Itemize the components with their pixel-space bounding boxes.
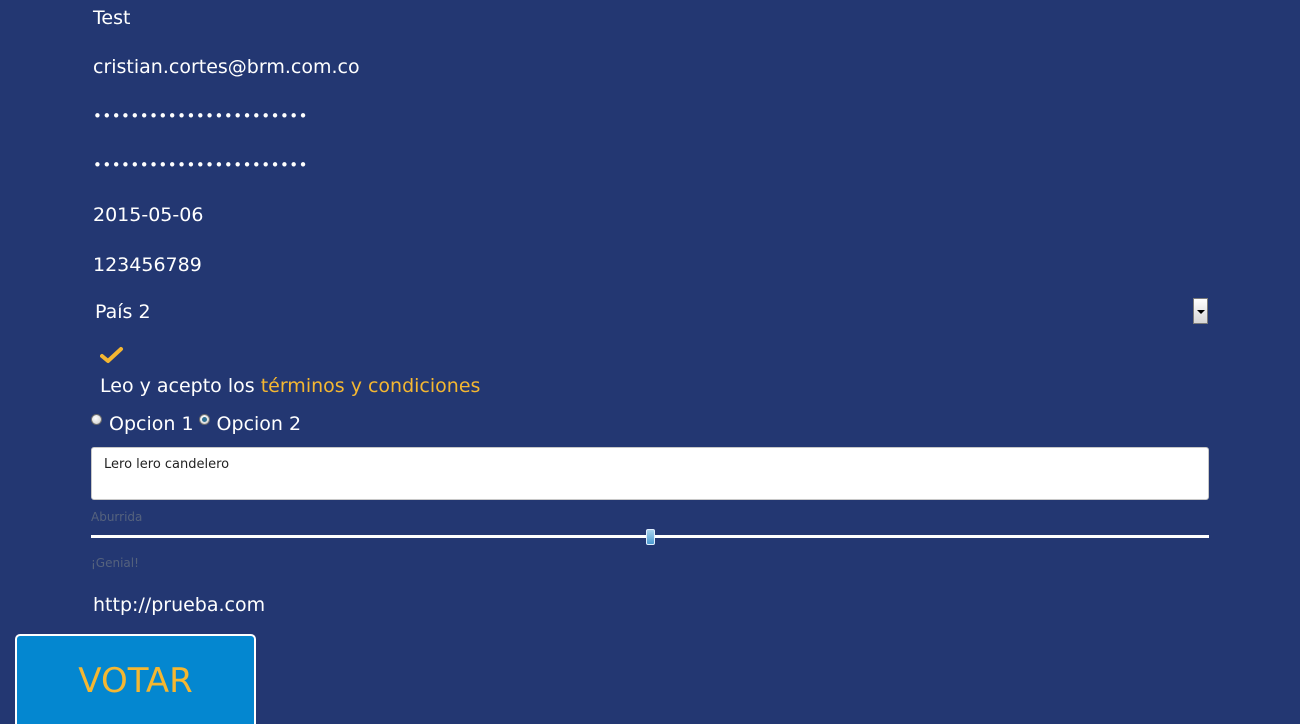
check-icon[interactable] <box>100 345 124 365</box>
country-select-value: País 2 <box>95 301 151 323</box>
vote-button[interactable]: VOTAR <box>15 634 256 724</box>
password-field[interactable]: ••••••••••••••••••••••• <box>93 104 308 128</box>
phone-field[interactable]: 123456789 <box>93 253 202 277</box>
date-field[interactable]: 2015-05-06 <box>93 203 203 227</box>
email-field[interactable]: cristian.cortes@brm.com.co <box>93 55 360 79</box>
password-confirm-field[interactable]: ••••••••••••••••••••••• <box>93 153 308 177</box>
terms-label: Leo y acepto los términos y condiciones <box>100 374 480 398</box>
terms-link[interactable]: términos y condiciones <box>261 375 481 397</box>
rating-slider-thumb[interactable] <box>645 529 655 545</box>
radio-group: Opcion 1 Opcion 2 <box>91 412 303 436</box>
terms-prefix: Leo y acepto los <box>100 375 261 397</box>
name-field[interactable]: Test <box>93 6 130 30</box>
radio-option-1[interactable] <box>91 414 102 425</box>
radio-option-1-label: Opcion 1 <box>109 413 194 435</box>
chevron-down-icon[interactable] <box>1193 298 1208 324</box>
slider-min-label: Aburrida <box>91 510 143 524</box>
vote-form: Test cristian.cortes@brm.com.co ••••••••… <box>0 0 1300 724</box>
country-select[interactable]: País 2 <box>93 298 1208 326</box>
comment-textarea[interactable]: Lero lero candelero <box>91 447 1209 500</box>
radio-option-2[interactable] <box>198 414 210 425</box>
radio-option-2-label: Opcion 2 <box>216 413 302 435</box>
slider-max-label: ¡Genial! <box>91 556 139 570</box>
url-field[interactable]: http://prueba.com <box>93 593 265 617</box>
